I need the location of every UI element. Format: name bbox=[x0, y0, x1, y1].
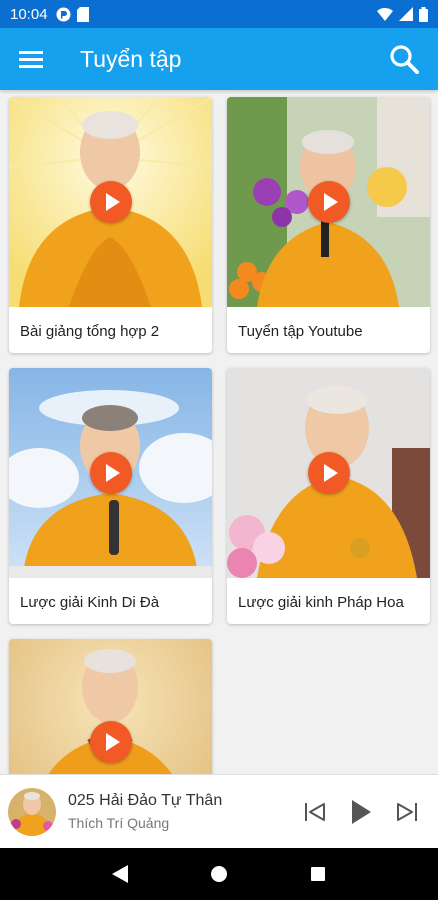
card-thumbnail bbox=[9, 97, 212, 307]
card-title: Lược giải kinh Pháp Hoa bbox=[238, 594, 404, 611]
playlist-grid: Bài giảng tổng hợp 2 Tuyển tập Youtube L… bbox=[0, 90, 438, 774]
mini-player[interactable]: 025 Hải Đảo Tự Thân Thích Trí Quảng bbox=[0, 774, 438, 848]
system-nav-bar bbox=[0, 848, 438, 900]
playlist-card[interactable] bbox=[9, 639, 212, 774]
card-thumbnail bbox=[227, 97, 430, 307]
pocket-casts-icon bbox=[56, 7, 71, 22]
menu-button[interactable] bbox=[16, 44, 46, 74]
card-title: Bài giảng tổng hợp 2 bbox=[20, 323, 160, 340]
play-icon bbox=[352, 799, 371, 824]
app-bar: Tuyển tập bbox=[0, 28, 438, 90]
status-bar: 10:04 bbox=[0, 0, 438, 28]
playlist-card[interactable]: Lược giải Kinh Di Đà bbox=[9, 368, 212, 624]
playlist-card[interactable]: Bài giảng tổng hợp 2 bbox=[9, 97, 212, 353]
playlist-card[interactable]: Tuyển tập Youtube bbox=[227, 97, 430, 353]
battery-icon bbox=[419, 6, 428, 22]
play-icon[interactable] bbox=[307, 181, 350, 223]
back-button[interactable] bbox=[108, 862, 132, 886]
play-icon[interactable] bbox=[89, 721, 132, 763]
card-title: Lược giải Kinh Di Đà bbox=[20, 594, 160, 611]
playlist-card[interactable]: Lược giải kinh Pháp Hoa bbox=[227, 368, 430, 624]
search-icon bbox=[390, 45, 419, 74]
signal-icon bbox=[399, 7, 413, 21]
skip-previous-button[interactable] bbox=[302, 799, 328, 825]
recents-button[interactable] bbox=[306, 862, 330, 886]
skip-previous-icon bbox=[305, 802, 325, 821]
home-button[interactable] bbox=[207, 862, 231, 886]
play-button[interactable] bbox=[348, 799, 374, 825]
wifi-icon bbox=[377, 7, 393, 21]
player-thumbnail bbox=[8, 787, 56, 836]
page-title: Tuyển tập bbox=[80, 45, 182, 72]
sd-card-icon bbox=[76, 6, 89, 22]
play-icon[interactable] bbox=[89, 452, 132, 494]
card-thumbnail bbox=[9, 639, 212, 774]
card-title: Tuyển tập Youtube bbox=[238, 323, 363, 340]
player-track-artist: Thích Trí Quảng bbox=[68, 815, 170, 831]
home-icon bbox=[210, 866, 227, 882]
player-track-title: 025 Hải Đảo Tự Thân bbox=[68, 792, 223, 809]
card-thumbnail bbox=[9, 368, 212, 578]
menu-icon bbox=[19, 51, 43, 68]
card-thumbnail bbox=[227, 368, 430, 578]
search-button[interactable] bbox=[386, 41, 422, 77]
play-icon[interactable] bbox=[89, 181, 132, 223]
skip-next-button[interactable] bbox=[394, 799, 420, 825]
back-icon bbox=[111, 865, 128, 883]
recents-icon bbox=[311, 867, 326, 881]
play-icon[interactable] bbox=[307, 452, 350, 494]
status-time: 10:04 bbox=[10, 5, 48, 23]
skip-next-icon bbox=[397, 802, 417, 821]
